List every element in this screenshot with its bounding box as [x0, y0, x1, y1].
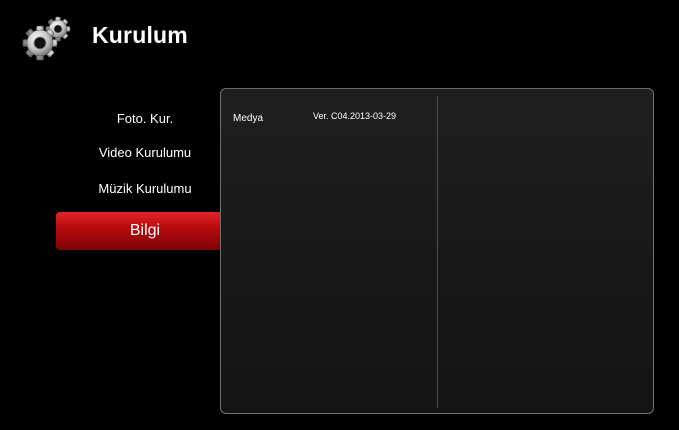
- menu-item-info[interactable]: Bilgi: [56, 212, 234, 250]
- info-panel: Medya Ver. C04.2013-03-29: [220, 88, 654, 414]
- menu-item-photo-settings[interactable]: Foto. Kur.: [56, 100, 234, 138]
- page-title: Kurulum: [92, 22, 188, 48]
- settings-screen: Kurulum Foto. Kur. Video Kurulumu Müzik …: [0, 0, 679, 430]
- menu-item-music-settings[interactable]: Müzik Kurulumu: [56, 170, 234, 208]
- media-label: Medya: [233, 113, 264, 124]
- menu-item-label: Müzik Kurulumu: [98, 181, 192, 196]
- menu-item-video-settings[interactable]: Video Kurulumu: [56, 134, 234, 172]
- panel-divider: [437, 96, 438, 408]
- menu-item-label: Bilgi: [129, 222, 161, 239]
- gears-icon: [18, 14, 78, 62]
- menu-item-label: Foto. Kur.: [116, 111, 174, 126]
- menu-item-label: Video Kurulumu: [98, 145, 192, 160]
- version-value: Ver. C04.2013-03-29: [313, 111, 397, 121]
